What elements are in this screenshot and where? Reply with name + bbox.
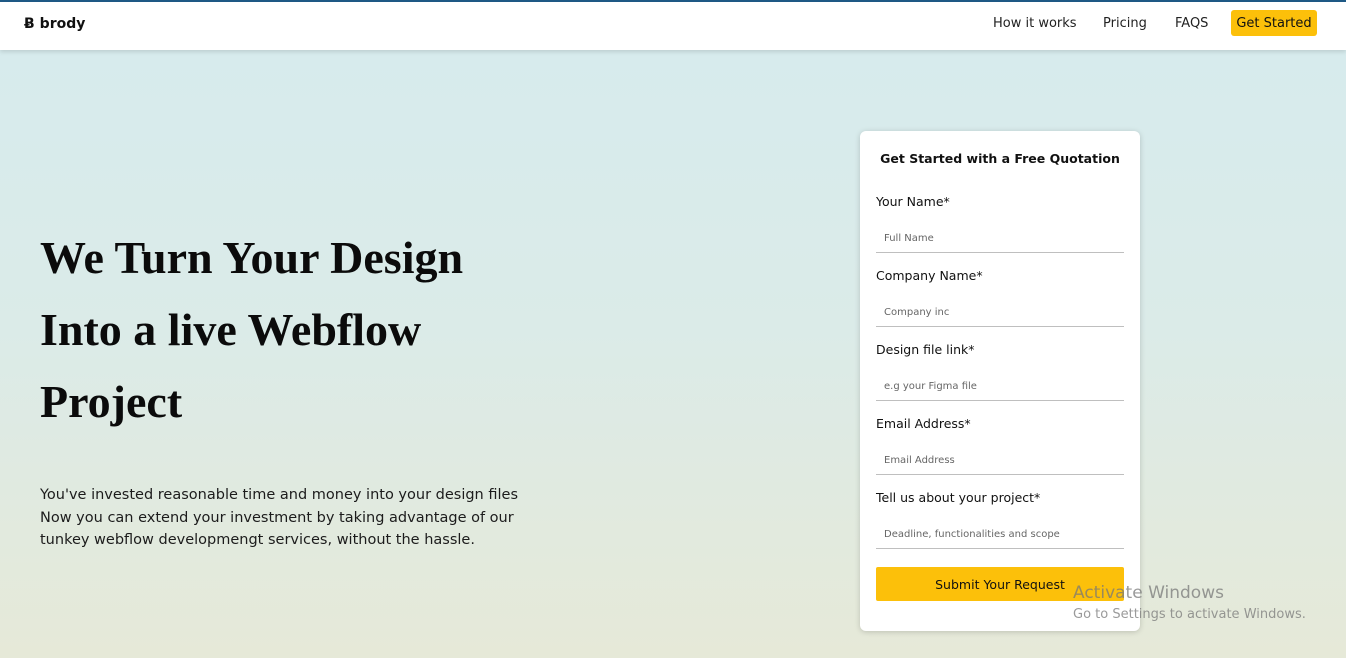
email-address-input[interactable] (876, 447, 1124, 475)
nav-link-faqs[interactable]: FAQS (1175, 16, 1208, 31)
hero-description-line: tunkey webflow developmengt services, wi… (40, 532, 475, 548)
hero-description: You've invested reasonable time and mone… (40, 484, 560, 552)
company-label: Company Name* (876, 268, 983, 283)
brand-name: brody (39, 16, 86, 32)
brand-logo[interactable]: Ƀ brody (24, 16, 85, 32)
watermark-title: Activate Windows (1073, 583, 1224, 603)
hero-title-line: Into a live Webflow (40, 304, 422, 355)
bitcoin-b-icon: Ƀ (24, 16, 35, 32)
watermark-subtitle: Go to Settings to activate Windows. (1073, 607, 1306, 622)
activate-windows-watermark: Activate Windows Go to Settings to activ… (1073, 582, 1306, 624)
email-label: Email Address* (876, 416, 971, 431)
design-file-link-input[interactable] (876, 373, 1124, 401)
hero-description-line: Now you can extend your investment by ta… (40, 509, 514, 526)
nav-link-how-it-works[interactable]: How it works (993, 16, 1077, 31)
project-details-input[interactable] (876, 521, 1124, 549)
name-label: Your Name* (876, 194, 950, 209)
hero-title-line: We Turn Your Design (40, 232, 464, 283)
project-label: Tell us about your project* (876, 490, 1041, 505)
quotation-form: Get Started with a Free Quotation Your N… (860, 131, 1140, 631)
full-name-input[interactable] (876, 225, 1124, 253)
nav-link-pricing[interactable]: Pricing (1103, 16, 1147, 31)
navbar: Ƀ brody How it works Pricing FAQS Get St… (0, 2, 1346, 50)
get-started-button[interactable]: Get Started (1231, 10, 1317, 36)
design-link-label: Design file link* (876, 342, 975, 357)
hero-description-line: You've invested reasonable time and mone… (40, 487, 518, 503)
company-name-input[interactable] (876, 299, 1124, 327)
form-title: Get Started with a Free Quotation (880, 151, 1120, 166)
hero-title-line: Project (40, 376, 183, 427)
hero-title: We Turn Your Design Into a live Webflow … (40, 222, 560, 438)
